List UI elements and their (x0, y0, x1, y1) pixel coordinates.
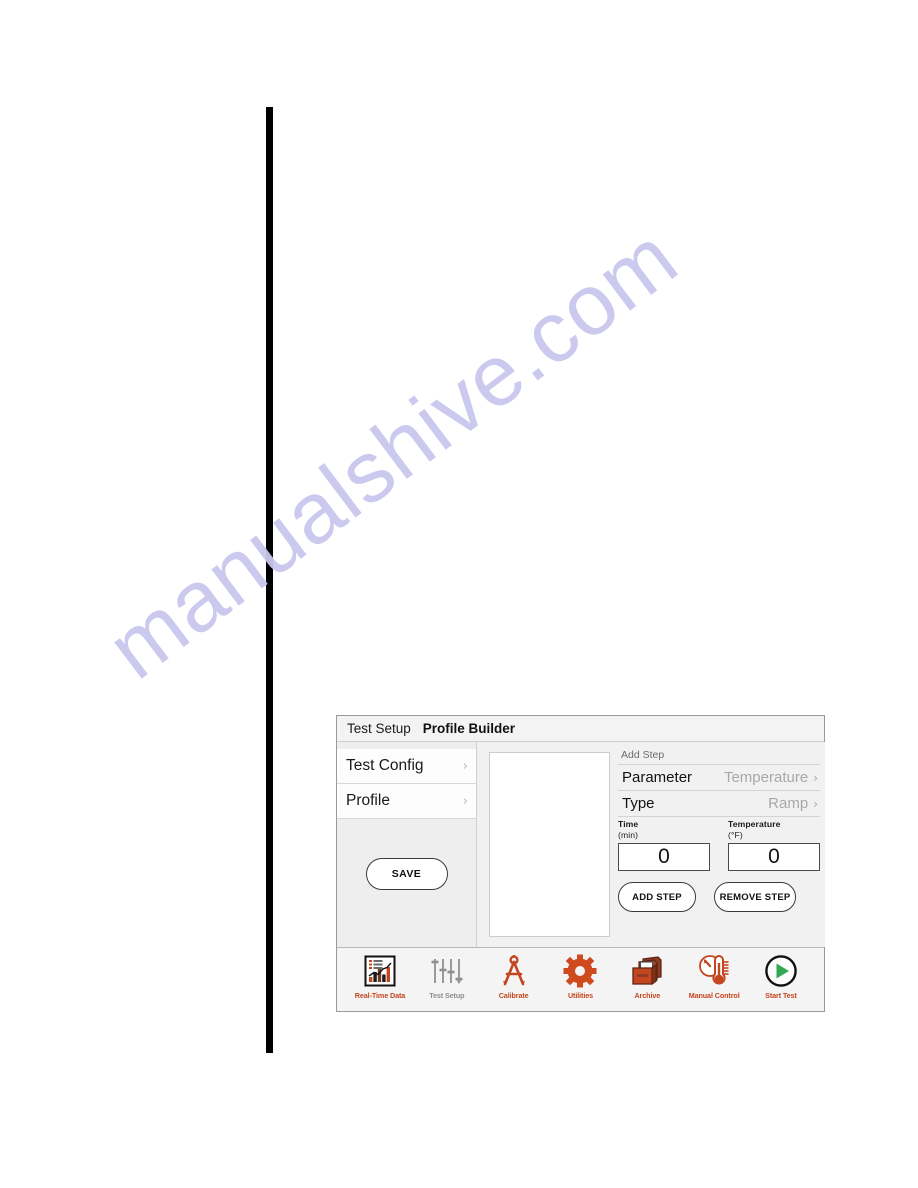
type-label: Type (622, 795, 655, 812)
sliders-icon (430, 952, 464, 990)
bottom-toolbar: Real-Time Data Test Setup Calibrate Util… (337, 947, 824, 1011)
time-input[interactable]: 0 (618, 843, 710, 872)
toolbar-item-test-setup[interactable]: Test Setup (418, 952, 476, 1000)
toolbar-item-archive[interactable]: Archive (618, 952, 676, 1000)
parameter-value: Temperature (723, 769, 809, 786)
toolbar-item-utilities[interactable]: Utilities (551, 952, 609, 1000)
parameter-label: Parameter (622, 769, 693, 786)
screen-header: Test Setup Profile Builder (337, 716, 824, 742)
chevron-right-icon: › (462, 793, 468, 809)
left-nav: Test Config › Profile › SAVE (337, 742, 477, 947)
sidebar-item-label: Profile (346, 792, 390, 809)
breadcrumb[interactable]: Test Setup (347, 721, 411, 736)
temperature-label-unit: (°F) (728, 829, 743, 840)
chevron-right-icon: › (813, 796, 818, 811)
nav-lower-area: SAVE (337, 819, 476, 947)
temperature-input[interactable]: 0 (728, 843, 820, 872)
sidebar-item-profile[interactable]: Profile › (337, 784, 476, 819)
compass-divider-icon (498, 952, 530, 990)
time-label-text: Time (618, 819, 639, 829)
add-step-button[interactable]: ADD STEP (618, 882, 696, 913)
gear-icon (563, 952, 597, 990)
sidebar-item-test-config[interactable]: Test Config › (337, 749, 476, 784)
sidebar-item-label: Test Config (346, 757, 424, 774)
chevron-right-icon: › (462, 758, 468, 774)
toolbar-item-label: Start Test (765, 991, 797, 1000)
nav-top-spacer (337, 742, 476, 749)
content-area: Add Step Parameter Temperature › Type Ra… (477, 742, 825, 947)
bar-line-chart-icon (364, 952, 396, 990)
profile-step-list[interactable] (489, 752, 610, 937)
toolbar-item-manual-control[interactable]: Manual Control (685, 952, 743, 1000)
toolbar-item-label: Archive (634, 991, 661, 1000)
temperature-field-group: Temperature (°F) 0 (728, 819, 820, 872)
toolbar-item-label: Real-Time Data (354, 991, 406, 1000)
remove-step-button[interactable]: REMOVE STEP (714, 882, 796, 913)
page-vertical-rule (266, 107, 273, 1053)
add-step-panel: Add Step Parameter Temperature › Type Ra… (618, 748, 820, 939)
toolbar-item-real-time-data[interactable]: Real-Time Data (351, 952, 409, 1000)
type-value: Ramp (768, 795, 809, 812)
temperature-field-label: Temperature (°F) (728, 819, 820, 840)
toolbar-item-label: Calibrate (498, 991, 529, 1000)
toolbar-item-label: Manual Control (688, 991, 740, 1000)
temperature-label-text: Temperature (728, 819, 781, 829)
type-selector-row[interactable]: Type Ramp › (618, 790, 820, 816)
parameter-selector-row[interactable]: Parameter Temperature › (618, 764, 820, 790)
chevron-right-icon: › (813, 770, 818, 785)
gauge-thermometer-icon (697, 952, 731, 990)
toolbar-item-label: Utilities (567, 991, 594, 1000)
time-label-unit: (min) (618, 829, 639, 840)
time-field-label: Time (min) (618, 819, 710, 840)
save-button[interactable]: SAVE (365, 858, 448, 890)
time-field-group: Time (min) 0 (618, 819, 710, 872)
play-circle-icon (764, 952, 798, 990)
watermark-text: manualshive.com (90, 209, 695, 698)
screen-body: Test Config › Profile › SAVE Add Step Pa… (337, 742, 825, 947)
step-fields: Time (min) 0 Temperature (°F) 0 (618, 816, 820, 872)
page-title: Profile Builder (422, 721, 516, 736)
device-screen: Test Setup Profile Builder Test Config ›… (336, 715, 825, 1012)
step-action-buttons: ADD STEP REMOVE STEP (618, 882, 820, 913)
add-step-caption: Add Step (621, 749, 665, 761)
toolbar-item-start-test[interactable]: Start Test (752, 952, 810, 1000)
toolbar-item-calibrate[interactable]: Calibrate (485, 952, 543, 1000)
toolbar-item-label: Test Setup (429, 991, 465, 1000)
file-box-icon (630, 952, 664, 990)
